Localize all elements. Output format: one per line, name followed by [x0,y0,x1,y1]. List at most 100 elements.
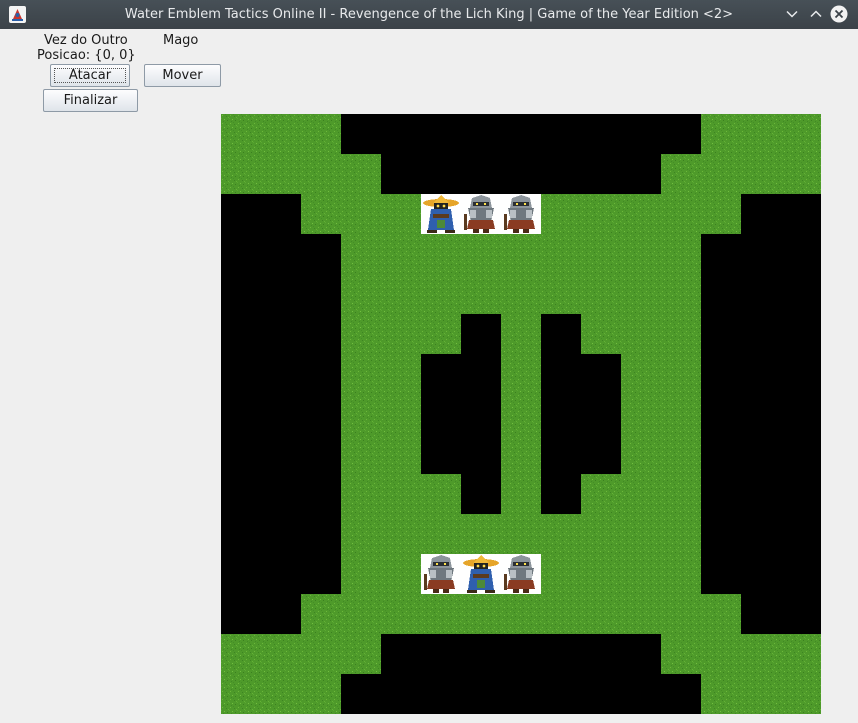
grass-tile[interactable] [381,394,421,434]
grass-tile[interactable] [661,314,701,354]
grass-tile[interactable] [301,194,341,234]
grass-tile[interactable] [501,474,541,514]
grass-tile[interactable] [341,154,381,194]
grass-tile[interactable] [701,594,741,634]
grass-tile[interactable] [781,634,821,674]
grass-tile[interactable] [301,594,341,634]
grass-tile[interactable] [501,434,541,474]
grass-tile[interactable] [381,514,421,554]
grass-tile[interactable] [581,274,621,314]
grass-tile[interactable] [661,234,701,274]
knight-unit[interactable] [461,194,501,234]
move-button[interactable]: Mover [144,64,221,87]
grass-tile[interactable] [421,234,461,274]
grass-tile[interactable] [621,234,661,274]
grass-tile[interactable] [741,674,781,714]
grass-tile[interactable] [501,274,541,314]
grass-tile[interactable] [421,314,461,354]
grass-tile[interactable] [581,474,621,514]
grass-tile[interactable] [301,154,341,194]
grass-tile[interactable] [541,194,581,234]
grass-tile[interactable] [541,274,581,314]
grass-tile[interactable] [701,194,741,234]
grass-tile[interactable] [421,594,461,634]
mage-unit[interactable] [421,194,461,234]
grass-tile[interactable] [421,514,461,554]
grass-tile[interactable] [581,514,621,554]
grass-tile[interactable] [221,634,261,674]
title-bar[interactable]: Water Emblem Tactics Online II - Revenge… [0,0,858,29]
maximize-button[interactable] [807,5,825,23]
knight-unit[interactable] [501,554,541,594]
grass-tile[interactable] [621,434,661,474]
grass-tile[interactable] [501,314,541,354]
grass-tile[interactable] [261,114,301,154]
grass-tile[interactable] [621,594,661,634]
grass-tile[interactable] [541,594,581,634]
grass-tile[interactable] [701,634,741,674]
grass-tile[interactable] [621,274,661,314]
grass-tile[interactable] [461,274,501,314]
grass-tile[interactable] [381,434,421,474]
knight-unit[interactable] [501,194,541,234]
attack-button[interactable]: Atacar [50,64,130,87]
grass-tile[interactable] [621,514,661,554]
grass-tile[interactable] [541,514,581,554]
grass-tile[interactable] [461,594,501,634]
grass-tile[interactable] [581,554,621,594]
grass-tile[interactable] [741,634,781,674]
grass-tile[interactable] [381,314,421,354]
grass-tile[interactable] [581,314,621,354]
grass-tile[interactable] [341,194,381,234]
grass-tile[interactable] [701,154,741,194]
grass-tile[interactable] [301,114,341,154]
grass-tile[interactable] [661,634,701,674]
grass-tile[interactable] [341,234,381,274]
grass-tile[interactable] [341,554,381,594]
grass-tile[interactable] [341,434,381,474]
grass-tile[interactable] [381,274,421,314]
grass-tile[interactable] [221,154,261,194]
grass-tile[interactable] [541,554,581,594]
grass-tile[interactable] [781,674,821,714]
end-turn-button[interactable]: Finalizar [43,89,138,112]
knight-unit[interactable] [421,554,461,594]
grass-tile[interactable] [781,154,821,194]
mage-unit[interactable] [461,554,501,594]
grass-tile[interactable] [421,274,461,314]
grass-tile[interactable] [621,314,661,354]
grass-tile[interactable] [541,234,581,274]
grass-tile[interactable] [501,514,541,554]
grass-tile[interactable] [341,274,381,314]
close-button[interactable] [830,5,848,23]
grass-tile[interactable] [381,474,421,514]
grass-tile[interactable] [741,154,781,194]
grass-tile[interactable] [581,234,621,274]
grass-tile[interactable] [461,514,501,554]
grass-tile[interactable] [661,474,701,514]
grass-tile[interactable] [261,154,301,194]
grass-tile[interactable] [221,674,261,714]
grass-tile[interactable] [221,114,261,154]
grass-tile[interactable] [621,354,661,394]
grass-tile[interactable] [501,234,541,274]
grass-tile[interactable] [701,674,741,714]
grass-tile[interactable] [381,554,421,594]
grass-tile[interactable] [381,594,421,634]
grass-tile[interactable] [621,194,661,234]
grass-tile[interactable] [381,194,421,234]
grass-tile[interactable] [301,634,341,674]
grass-tile[interactable] [341,514,381,554]
grass-tile[interactable] [661,514,701,554]
game-board[interactable] [221,114,821,714]
grass-tile[interactable] [621,394,661,434]
grass-tile[interactable] [461,234,501,274]
grass-tile[interactable] [741,114,781,154]
grass-tile[interactable] [501,594,541,634]
grass-tile[interactable] [621,554,661,594]
grass-tile[interactable] [581,594,621,634]
grass-tile[interactable] [261,634,301,674]
grass-tile[interactable] [701,114,741,154]
grass-tile[interactable] [501,354,541,394]
grass-tile[interactable] [781,114,821,154]
